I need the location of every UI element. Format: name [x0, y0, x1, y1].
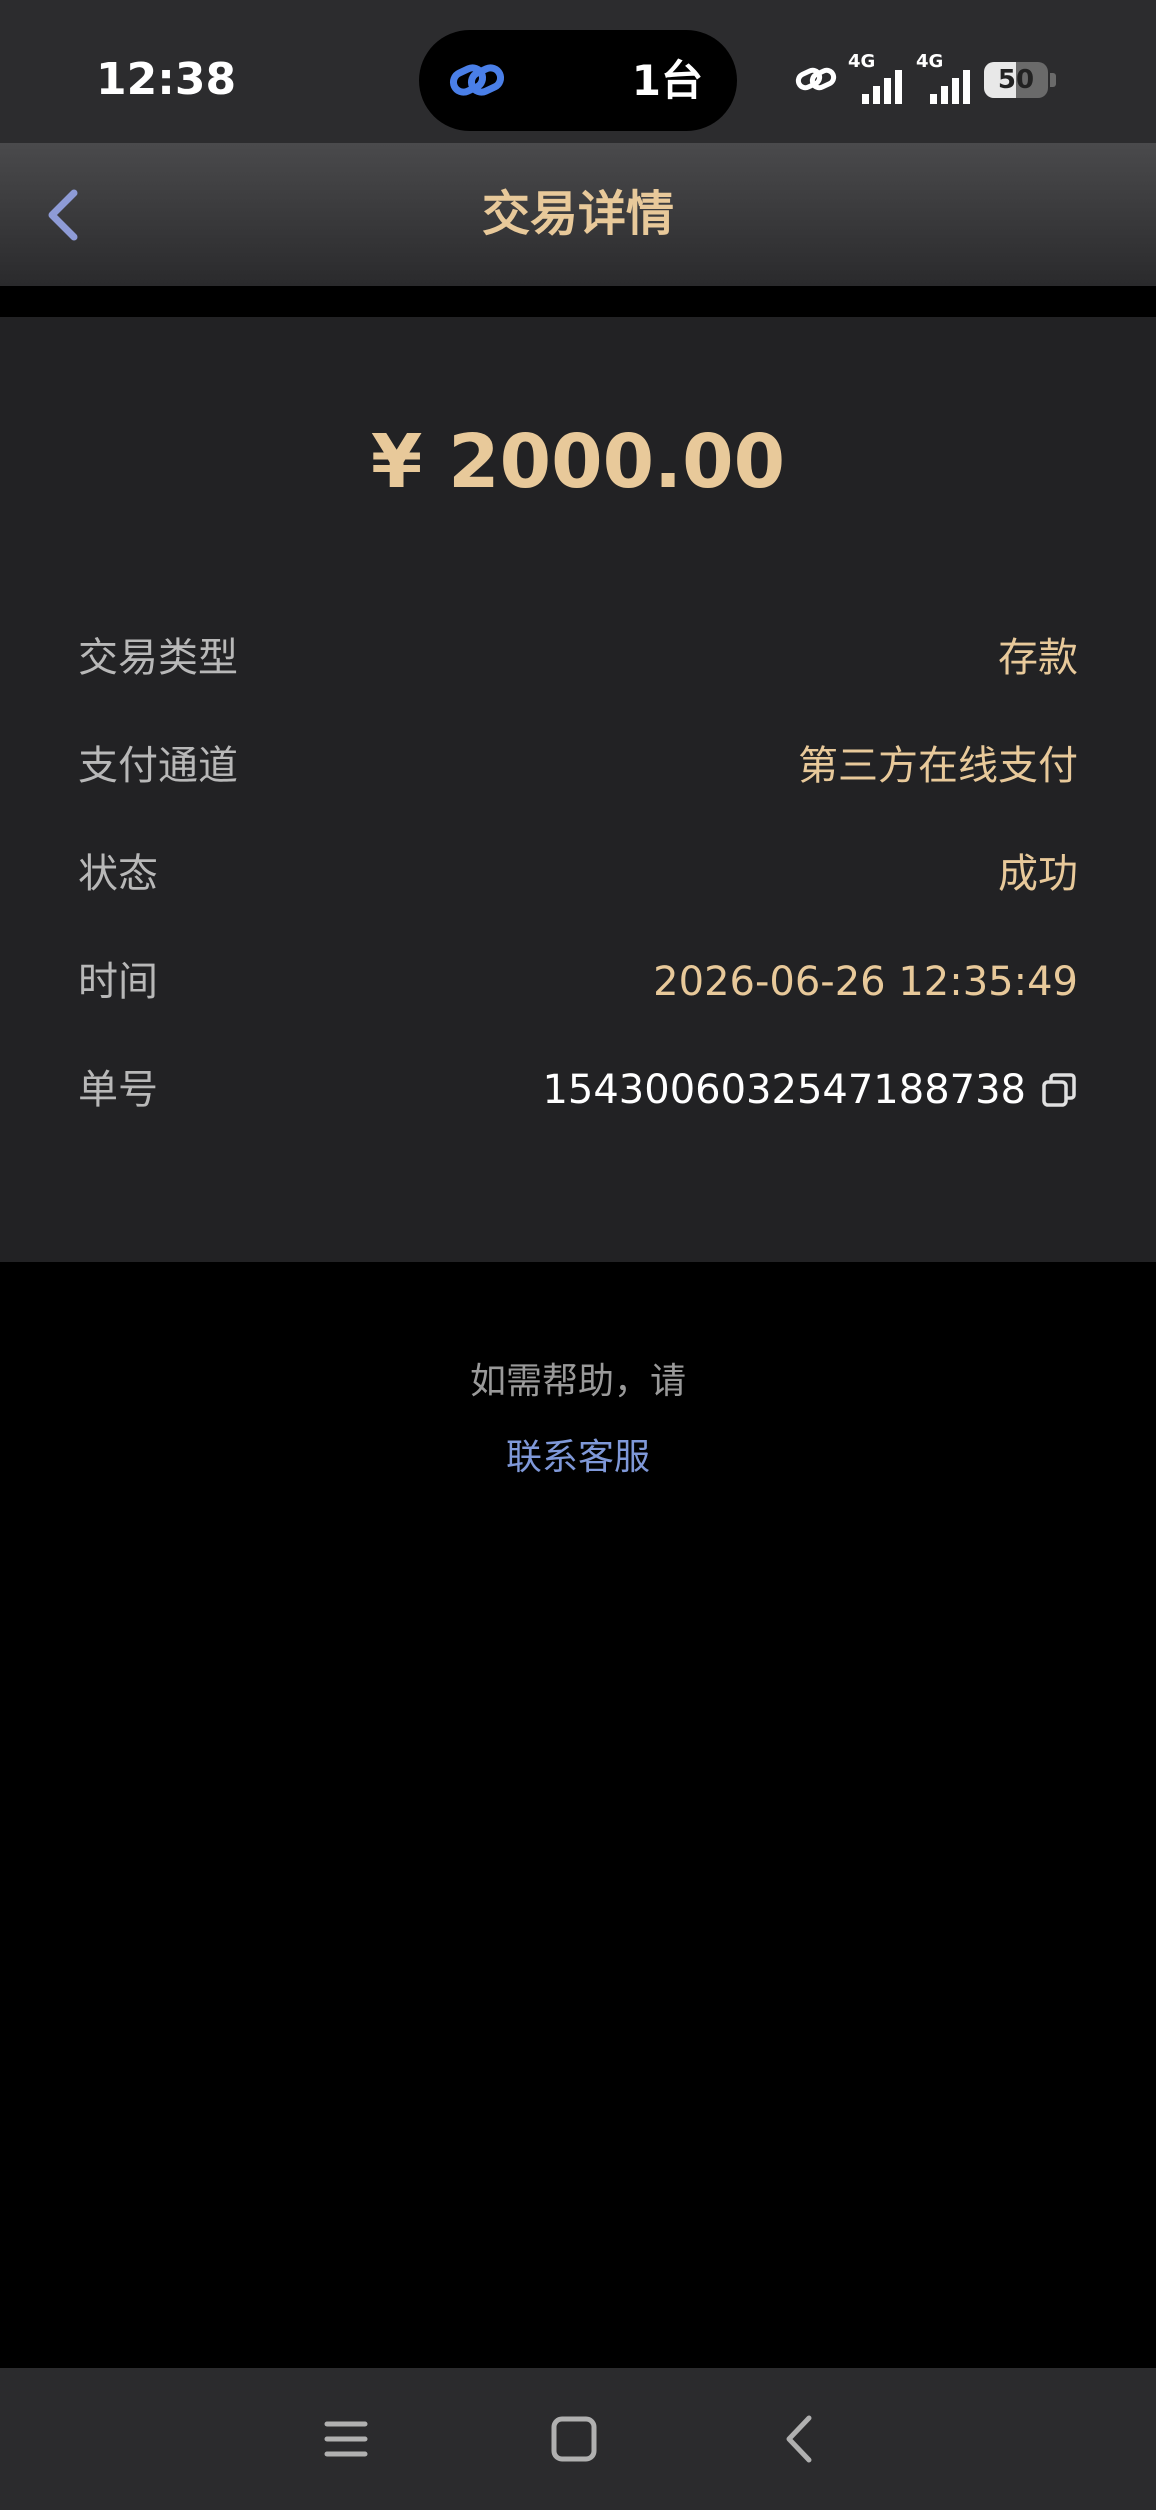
status-bar: 12:38 1台 4G 4G 50 [0, 0, 1156, 143]
transaction-card: ¥ 2000.00 交易类型 存款 支付通道 第三方在线支付 状态 成功 时间 … [0, 317, 1156, 1262]
row-label: 支付通道 [78, 743, 238, 789]
system-nav-bar [0, 2368, 1156, 2510]
row-label: 单号 [78, 1067, 158, 1113]
row-value: 存款 [998, 635, 1078, 681]
row-status: 状态 成功 [78, 839, 1078, 909]
status-indicators: 4G 4G 50 [794, 52, 1056, 108]
hotspot-link-icon [795, 67, 837, 91]
row-order-number: 单号 1543006032547188738 [78, 1055, 1078, 1125]
battery-tip [1050, 73, 1056, 87]
battery-percent: 50 [997, 65, 1035, 95]
back-chevron-icon[interactable] [765, 2404, 835, 2474]
transaction-amount: ¥ 2000.00 [370, 419, 786, 505]
status-time: 12:38 [96, 54, 237, 105]
link-icon [449, 64, 505, 96]
island-label: 1台 [631, 56, 703, 105]
page-title: 交易详情 [481, 186, 674, 242]
header-bar: 交易详情 [0, 143, 1156, 286]
row-payment-channel: 支付通道 第三方在线支付 [78, 731, 1078, 801]
row-value: 成功 [998, 851, 1078, 897]
row-label: 状态 [78, 851, 158, 897]
signal-2-icon: 4G [916, 52, 976, 108]
home-square-icon[interactable] [539, 2404, 609, 2474]
order-number-value: 1543006032547188738 [542, 1067, 1026, 1113]
row-time: 时间 2026-06-26 12:35:49 [78, 947, 1078, 1017]
dynamic-island[interactable]: 1台 [419, 30, 737, 131]
signal-1-icon: 4G [848, 52, 908, 108]
row-value: 第三方在线支付 [798, 743, 1078, 789]
row-transaction-type: 交易类型 存款 [78, 623, 1078, 693]
copy-icon[interactable] [1040, 1071, 1078, 1109]
row-value: 2026-06-26 12:35:49 [653, 959, 1078, 1005]
row-label: 时间 [78, 959, 158, 1005]
row-label: 交易类型 [78, 635, 238, 681]
battery-icon: 50 [984, 62, 1048, 98]
contact-support-link[interactable]: 联系客服 [0, 1428, 1156, 1488]
help-prompt: 如需帮助，请 [469, 1361, 686, 1402]
menu-icon[interactable] [311, 2404, 381, 2474]
transaction-detail-screen: 12:38 1台 4G 4G 50 交易详情 ¥ 2000.00 交易类型 存款… [0, 0, 1156, 2510]
